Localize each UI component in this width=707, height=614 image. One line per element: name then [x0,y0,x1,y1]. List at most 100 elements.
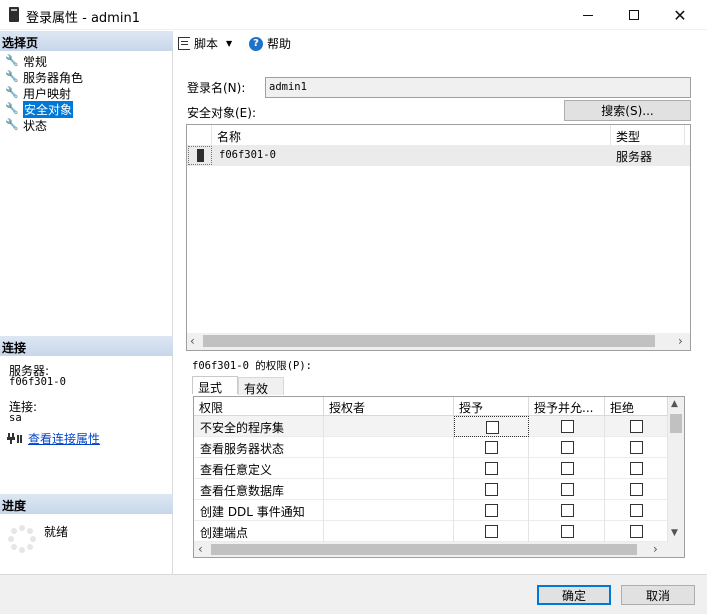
permission-deny-checkbox[interactable] [630,441,643,454]
permission-deny-cell[interactable] [605,458,668,479]
permission-grant-cell[interactable] [454,458,529,479]
permission-with-grant-checkbox[interactable] [561,420,574,433]
perm-column-header-with-grant[interactable]: 授予并允... [529,397,605,416]
permission-grant-checkbox[interactable] [485,483,498,496]
permission-with-grant-cell[interactable] [529,521,605,542]
perm-column-header-grantor[interactable]: 授权者 [324,397,454,416]
permissions-h-scrollbar[interactable]: ‹ › [194,542,668,557]
scroll-right-icon[interactable]: › [653,542,658,556]
perm-column-header-deny[interactable]: 拒绝 [605,397,668,416]
login-name-field[interactable]: admin1 [265,77,691,98]
scroll-up-icon[interactable]: ▲ [671,399,678,409]
select-page-header: 选择页 [0,31,173,51]
maximize-button[interactable] [611,0,657,30]
permission-deny-checkbox[interactable] [630,525,643,538]
permission-grant-checkbox[interactable] [485,525,498,538]
minimize-icon [583,14,593,16]
permission-grantor [324,458,454,479]
help-button[interactable]: ? 帮助 [249,35,291,52]
cancel-button[interactable]: 取消 [621,585,695,605]
page-item-label: 服务器角色 [23,70,84,85]
permission-deny-checkbox[interactable] [630,483,643,496]
scroll-right-icon[interactable]: › [678,334,683,348]
permission-row[interactable]: 查看任意定义 [194,458,668,479]
permission-deny-cell[interactable] [605,416,668,437]
permission-with-grant-checkbox[interactable] [561,441,574,454]
view-connection-properties-link[interactable]: 查看连接属性 [28,430,100,447]
dialog-footer: 确定 取消 [0,574,707,614]
maximize-icon [629,10,639,20]
permission-grant-cell[interactable] [454,500,529,521]
perm-column-header-grant[interactable]: 授予 [454,397,529,416]
help-icon: ? [249,36,263,51]
permission-row[interactable]: 查看服务器状态 [194,437,668,458]
permission-with-grant-checkbox[interactable] [561,483,574,496]
permissions-v-scrollbar[interactable]: ▲ ▼ [668,397,684,542]
column-header-type[interactable]: 类型 [611,125,685,145]
permission-grant-checkbox[interactable] [485,462,498,475]
permission-grant-cell[interactable] [454,521,529,542]
tab-explicit[interactable]: 显式 [192,376,238,395]
permission-with-grant-cell[interactable] [529,479,605,500]
scroll-left-icon[interactable]: ‹ [190,334,195,348]
tab-effective[interactable]: 有效 [238,377,284,396]
permissions-grid: 权限 授权者 授予 授予并允... 拒绝 不安全的程序集 查看服务器状态 查看任意定… [193,396,685,558]
scroll-thumb[interactable] [203,335,655,347]
progress-header: 进度 [0,494,173,514]
permission-grant-cell[interactable] [454,416,529,437]
wrench-icon: 🔧 [5,86,19,99]
permission-deny-checkbox[interactable] [630,462,643,475]
permission-row[interactable]: 创建 DDL 事件通知 [194,500,668,521]
permission-with-grant-cell[interactable] [529,437,605,458]
permission-with-grant-cell[interactable] [529,458,605,479]
permission-grant-checkbox[interactable] [486,421,499,434]
script-label: 脚本 [194,37,219,51]
permission-row[interactable]: 创建端点 [194,521,668,542]
permission-name: 创建 DDL 事件通知 [194,500,324,521]
permission-with-grant-cell[interactable] [529,416,605,437]
permission-deny-cell[interactable] [605,437,668,458]
page-item-user-mapping[interactable]: 🔧 用户映射 [5,85,71,101]
server-icon [188,146,212,165]
minimize-button[interactable] [565,0,611,30]
scroll-thumb[interactable] [670,414,682,433]
permission-deny-checkbox[interactable] [630,420,643,433]
ok-button[interactable]: 确定 [537,585,611,605]
permission-row[interactable]: 查看任意数据库 [194,479,668,500]
permission-with-grant-cell[interactable] [529,500,605,521]
column-header-name[interactable]: 名称 [212,125,611,145]
permission-deny-cell[interactable] [605,479,668,500]
securable-row[interactable]: f06f301-0 服务器 [187,145,690,166]
page-item-securables[interactable]: 🔧 安全对象 [5,100,74,118]
permissions-label: f06f301-0 的权限(P): [192,358,312,373]
permission-with-grant-checkbox[interactable] [561,525,574,538]
permission-grant-cell[interactable] [454,437,529,458]
page-item-general[interactable]: 🔧 常规 [5,53,47,69]
search-button[interactable]: 搜索(S)... [564,100,691,121]
permission-grant-checkbox[interactable] [485,441,498,454]
page-item-server-roles[interactable]: 🔧 服务器角色 [5,69,83,85]
scroll-down-icon[interactable]: ▼ [671,528,678,538]
close-icon: ✕ [673,5,687,25]
page-item-status[interactable]: 🔧 状态 [5,117,47,133]
permission-with-grant-checkbox[interactable] [561,462,574,475]
permission-name: 不安全的程序集 [194,416,324,437]
permission-with-grant-checkbox[interactable] [561,504,574,517]
scroll-left-icon[interactable]: ‹ [198,542,203,556]
login-name-label: 登录名(N): [187,81,246,95]
permission-deny-cell[interactable] [605,500,668,521]
securables-h-scrollbar[interactable]: ‹ › [187,333,690,350]
progress-spinner-icon [7,524,37,554]
permission-deny-checkbox[interactable] [630,504,643,517]
perm-column-header-permission[interactable]: 权限 [194,397,324,416]
close-button[interactable]: ✕ [657,0,703,30]
permission-deny-cell[interactable] [605,521,668,542]
page-item-label: 常规 [23,54,48,69]
scroll-thumb[interactable] [211,544,637,555]
script-button[interactable]: 脚本 ▼ [178,35,232,52]
dropdown-arrow-icon: ▼ [226,39,233,48]
permission-grant-cell[interactable] [454,479,529,500]
permission-grant-checkbox[interactable] [485,504,498,517]
permission-row[interactable]: 不安全的程序集 [194,416,668,437]
scrollbar-corner [668,542,684,557]
